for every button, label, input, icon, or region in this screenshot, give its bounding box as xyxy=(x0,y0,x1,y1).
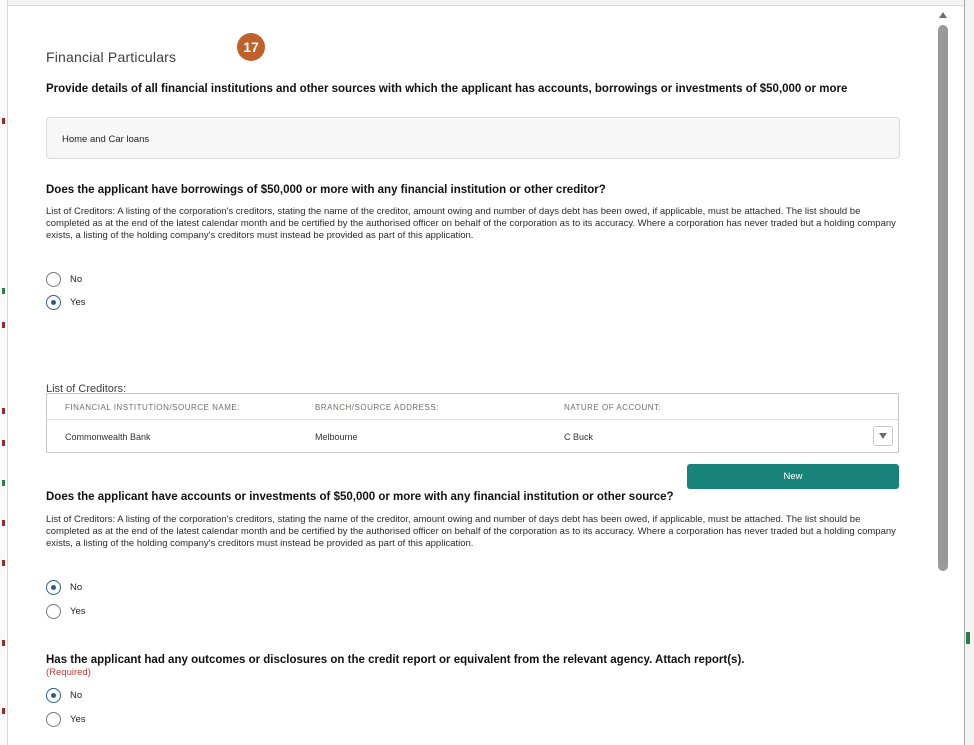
institutions-textarea[interactable]: Home and Car loans xyxy=(46,117,900,159)
edge-marker xyxy=(966,632,970,644)
edge-marker xyxy=(2,480,5,486)
radio-label: Yes xyxy=(70,714,86,725)
investments-radio-yes[interactable]: Yes xyxy=(46,604,86,619)
required-label: (Required) xyxy=(46,667,91,678)
radio-label: Yes xyxy=(70,297,86,308)
investments-question: Does the applicant have accounts or inve… xyxy=(46,491,674,503)
table-header: FINANCIAL INSTITUTION/SOURCE NAME: BRANC… xyxy=(47,394,898,420)
section-title: Financial Particulars xyxy=(46,49,177,65)
edge-marker xyxy=(2,708,5,714)
scroll-up-arrow-icon[interactable] xyxy=(939,12,947,18)
radio-circle[interactable] xyxy=(46,688,61,703)
credit-report-radio-yes[interactable]: Yes xyxy=(46,712,86,727)
scroll-thumb[interactable] xyxy=(938,25,948,571)
row-actions-dropdown[interactable] xyxy=(873,426,893,446)
edge-marker xyxy=(2,560,5,566)
radio-label: No xyxy=(70,582,83,593)
table-row: Commonwealth Bank Melbourne C Buck xyxy=(47,420,898,452)
credit-report-radio-no[interactable]: No xyxy=(46,688,82,703)
radio-label: No xyxy=(70,274,83,285)
cell-institution: Commonwealth Bank xyxy=(65,432,151,442)
radio-circle[interactable] xyxy=(46,712,61,727)
credit-report-question: Has the applicant had any outcomes or di… xyxy=(46,654,745,666)
step-badge: 17 xyxy=(237,33,265,61)
borrowings-description: List of Creditors: A listing of the corp… xyxy=(46,206,896,242)
edge-marker xyxy=(2,118,5,124)
financial-particulars-modal: Financial Particulars 17 Provide details… xyxy=(9,7,931,745)
creditors-table: FINANCIAL INSTITUTION/SOURCE NAME: BRANC… xyxy=(46,393,899,453)
column-header-branch: BRANCH/SOURCE ADDRESS: xyxy=(315,403,439,412)
radio-circle[interactable] xyxy=(46,272,61,287)
cell-branch: Melbourne xyxy=(315,432,358,442)
investments-description: List of Creditors: A listing of the corp… xyxy=(46,514,896,550)
edge-marker xyxy=(2,640,5,646)
column-header-nature: NATURE OF ACCOUNT: xyxy=(564,403,662,412)
chevron-down-icon xyxy=(879,433,887,439)
edge-marker xyxy=(2,520,5,526)
radio-circle[interactable] xyxy=(46,295,61,310)
cell-nature: C Buck xyxy=(564,432,594,442)
modal-scrollbar[interactable] xyxy=(936,7,950,745)
radio-circle[interactable] xyxy=(46,580,61,595)
institutions-question: Provide details of all financial institu… xyxy=(46,83,848,95)
edge-marker xyxy=(2,408,5,414)
new-creditor-button[interactable]: New xyxy=(687,464,899,489)
top-window-edge xyxy=(8,0,974,6)
radio-label: No xyxy=(70,690,83,701)
borrowings-radio-no[interactable]: No xyxy=(46,272,82,287)
edge-marker xyxy=(2,322,5,328)
browser-frame: Financial Particulars 17 Provide details… xyxy=(0,0,974,745)
column-header-institution: FINANCIAL INSTITUTION/SOURCE NAME: xyxy=(65,403,240,412)
radio-label: Yes xyxy=(70,606,86,617)
left-window-edge xyxy=(0,0,8,745)
radio-circle[interactable] xyxy=(46,604,61,619)
edge-marker xyxy=(2,440,5,446)
edge-marker xyxy=(2,288,5,294)
borrowings-question: Does the applicant have borrowings of $5… xyxy=(46,184,606,196)
investments-radio-no[interactable]: No xyxy=(46,580,82,595)
borrowings-radio-yes[interactable]: Yes xyxy=(46,295,86,310)
